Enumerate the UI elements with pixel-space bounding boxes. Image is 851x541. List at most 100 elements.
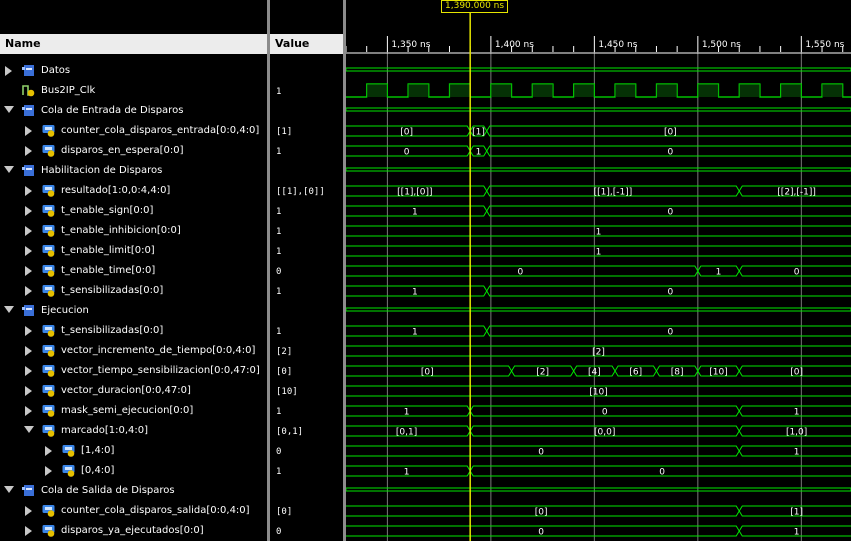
signal-row-t-sensibilizadas-0-0[interactable]: t_sensibilizadas[0:0] [0, 281, 267, 301]
expand-arrow-icon[interactable] [45, 446, 52, 456]
signal-row-t-enable-time-0-0[interactable]: t_enable_time[0:0] [0, 261, 267, 281]
signal-value: [[1],[0]] [276, 187, 325, 197]
signal-row-bus2ip-clk[interactable]: Bus2IP_Clk [0, 81, 267, 101]
expand-arrow-icon[interactable] [25, 406, 32, 416]
bus-value-label: [1] [472, 128, 485, 138]
bus-value-label: [0,0] [594, 428, 615, 438]
expand-arrow-icon[interactable] [45, 466, 52, 476]
signal-value: 1 [276, 207, 282, 217]
signal-name: t_enable_inhibicion[0:0] [61, 225, 181, 236]
signal-row-vector-tiempo-sensibilizacion-0-0-47-0[interactable]: vector_tiempo_sensibilizacion[0:0,47:0] [0, 361, 267, 381]
bus-value-label: 1 [412, 208, 418, 218]
bus-value-label: 0 [668, 328, 674, 338]
signal-row-counter-cola-disparos-entrada-0-0-4-0[interactable]: counter_cola_disparos_entrada[0:0,4:0] [0, 121, 267, 141]
signal-value: [1] [276, 127, 293, 137]
clock-high-fill [532, 84, 553, 97]
signal-row-vector-duracion-0-0-47-0[interactable]: vector_duracion[0:0,47:0] [0, 381, 267, 401]
signal-row-0-4-0[interactable]: [0,4:0] [0, 461, 267, 481]
collapse-arrow-icon[interactable] [4, 306, 14, 313]
bus-signal-icon [42, 284, 55, 297]
bus-value-label: [1] [790, 508, 803, 518]
bus-value-label: 0 [794, 268, 800, 278]
bus-signal-icon [42, 424, 55, 437]
collapse-arrow-icon[interactable] [4, 486, 14, 493]
signal-row-disparos-ya-ejecutados-0-0[interactable]: disparos_ya_ejecutados[0:0] [0, 521, 267, 541]
expand-arrow-icon[interactable] [25, 226, 32, 236]
clock-high-fill [822, 84, 843, 97]
value-column-header[interactable]: Value [270, 34, 343, 54]
signal-value: 1 [276, 327, 282, 337]
bus-value-label: 1 [412, 288, 418, 298]
expand-arrow-icon[interactable] [5, 66, 12, 76]
signal-value: 0 [276, 447, 282, 457]
signal-row-1-4-0[interactable]: [1,4:0] [0, 441, 267, 461]
collapse-arrow-icon[interactable] [24, 426, 34, 433]
expand-arrow-icon[interactable] [25, 126, 32, 136]
signal-row-ejecucion[interactable]: Ejecucion [0, 301, 267, 321]
signal-value-panel: Value 1 [1] 1 [[1],[0]] 1 1 1 0 1 1 [2] [0] [10] 1 [0,… [270, 0, 343, 541]
expand-arrow-icon[interactable] [25, 266, 32, 276]
expand-arrow-icon[interactable] [25, 246, 32, 256]
bus-signal-icon [62, 464, 75, 477]
signal-value: 0 [276, 267, 282, 277]
bus-value-label: [4] [588, 368, 601, 378]
bus-value-label: 1 [596, 248, 602, 258]
signal-row-t-sensibilizadas-0-0[interactable]: t_sensibilizadas[0:0] [0, 321, 267, 341]
expand-arrow-icon[interactable] [25, 526, 32, 536]
signal-row-datos[interactable]: Datos [0, 61, 267, 81]
expand-arrow-icon[interactable] [25, 506, 32, 516]
signal-row-t-enable-inhibicion-0-0[interactable]: t_enable_inhibicion[0:0] [0, 221, 267, 241]
signal-row-t-enable-sign-0-0[interactable]: t_enable_sign[0:0] [0, 201, 267, 221]
ruler-tick-label: 1,500 ns [702, 40, 741, 50]
bus-signal-icon [42, 124, 55, 137]
bus-signal-icon [42, 264, 55, 277]
bus-value-label: 0 [602, 408, 608, 418]
expand-arrow-icon[interactable] [25, 366, 32, 376]
expand-arrow-icon[interactable] [25, 146, 32, 156]
expand-arrow-icon[interactable] [25, 326, 32, 336]
expand-arrow-icon[interactable] [25, 206, 32, 216]
bus-value-label: 0 [659, 468, 665, 478]
expand-arrow-icon[interactable] [25, 286, 32, 296]
signal-name: [1,4:0] [81, 445, 115, 456]
bus-value-label: 0 [668, 148, 674, 158]
signal-row-marcado-1-0-4-0[interactable]: marcado[1:0,4:0] [0, 421, 267, 441]
collapse-arrow-icon[interactable] [4, 166, 14, 173]
bus-signal-icon [42, 184, 55, 197]
signal-row-cola-de-entrada-de-disparos[interactable]: Cola de Entrada de Disparos [0, 101, 267, 121]
clock-high-fill [449, 84, 471, 97]
expand-arrow-icon[interactable] [25, 386, 32, 396]
bus-signal-icon [42, 404, 55, 417]
clock-high-fill [739, 84, 760, 97]
collapse-arrow-icon[interactable] [4, 106, 14, 113]
signal-name: vector_duracion[0:0,47:0] [61, 385, 191, 396]
bus-value-label: 1 [404, 468, 410, 478]
signal-value: [0] [276, 507, 293, 517]
bit-signal-icon [22, 84, 35, 97]
signal-row-disparos-en-espera-0-0[interactable]: disparos_en_espera[0:0] [0, 141, 267, 161]
bus-value-label: 0 [518, 268, 524, 278]
bus-signal-icon [42, 364, 55, 377]
expand-arrow-icon[interactable] [25, 346, 32, 356]
signal-row-mask-semi-ejecucion-0-0[interactable]: mask_semi_ejecucion[0:0] [0, 401, 267, 421]
signal-row-cola-de-salida-de-disparos[interactable]: Cola de Salida de Disparos [0, 481, 267, 501]
clock-high-fill [615, 84, 636, 97]
signal-row-resultado-1-0-0-4-4-0[interactable]: resultado[1:0,0:4,4:0] [0, 181, 267, 201]
name-column-header[interactable]: Name [0, 34, 267, 54]
bus-value-label: [[2],[-1]] [777, 188, 816, 198]
signal-row-t-enable-limit-0-0[interactable]: t_enable_limit[0:0] [0, 241, 267, 261]
signal-name: Datos [41, 65, 71, 76]
signal-row-counter-cola-disparos-salida-0-0-4-0[interactable]: counter_cola_disparos_salida[0:0,4:0] [0, 501, 267, 521]
waveform-canvas[interactable]: 1,350 ns 1,400 ns 1,450 ns 1,500 ns 1,550 ns… [346, 0, 851, 541]
signal-row-habilitacion-de-disparos[interactable]: Habilitacion de Disparos [0, 161, 267, 181]
bus-value-label: [[1],[-1]] [594, 188, 633, 198]
bus-value-label: 0 [404, 148, 410, 158]
signal-row-vector-incremento-de-tiempo-0-0-4-0[interactable]: vector_incremento_de_tiempo[0:0,4:0] [0, 341, 267, 361]
group-icon [22, 484, 35, 497]
bus-value-label: [6] [629, 368, 642, 378]
group-icon [22, 304, 35, 317]
signal-name: disparos_en_espera[0:0] [61, 145, 184, 156]
signal-name: t_enable_limit[0:0] [61, 245, 155, 256]
signal-value: 1 [276, 287, 282, 297]
expand-arrow-icon[interactable] [25, 186, 32, 196]
